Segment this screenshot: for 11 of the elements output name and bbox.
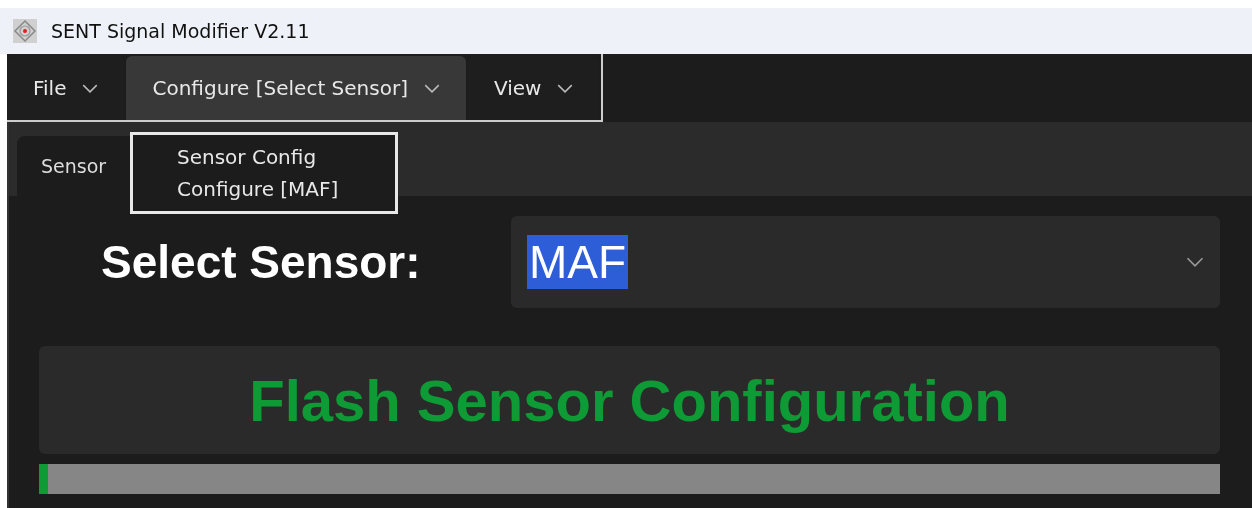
selected-value: MAF bbox=[527, 235, 629, 289]
chevron-down-icon bbox=[424, 83, 440, 93]
chevron-down-icon bbox=[557, 83, 574, 93]
sensor-dropdown[interactable]: MAF bbox=[511, 216, 1220, 308]
target-icon bbox=[13, 19, 37, 43]
select-label: Select Sensor: bbox=[100, 235, 422, 289]
window-title: SENT Signal Modifier V2.11 bbox=[51, 20, 310, 42]
menu-item[interactable]: Configure [Select Sensor] bbox=[126, 56, 466, 120]
chevron-down-icon bbox=[1186, 257, 1204, 267]
flash-button[interactable]: Flash Sensor Configuration bbox=[39, 346, 1220, 454]
chevron-down-icon bbox=[82, 83, 99, 93]
